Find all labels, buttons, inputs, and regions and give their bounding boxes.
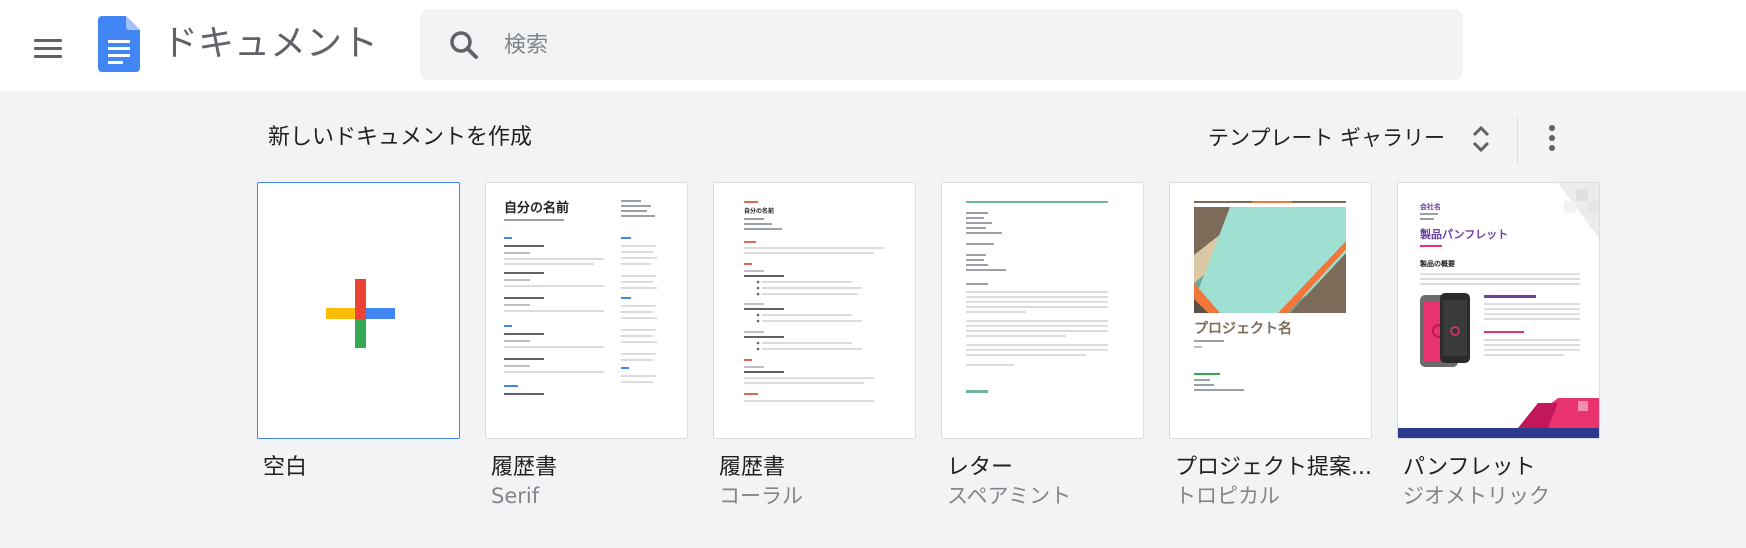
hamburger-line xyxy=(34,47,62,50)
app-title[interactable]: ドキュメント xyxy=(162,20,378,68)
template-name: プロジェクト提案... xyxy=(1175,455,1372,480)
more-vert-icon xyxy=(1549,125,1555,131)
resume-serif-name: 自分の名前 xyxy=(504,200,569,216)
brochure-overview: 製品の概要 xyxy=(1419,259,1455,268)
template-subtitle: スペアミント xyxy=(947,484,1072,508)
search-icon[interactable] xyxy=(448,29,480,61)
brochure-title: 製品パンフレット xyxy=(1419,227,1508,241)
project-proposal-preview: プロジェクト名 xyxy=(1194,201,1346,391)
template-subtitle: Serif xyxy=(491,484,540,508)
main-menu-button[interactable] xyxy=(22,23,72,73)
template-subtitle: コーラル xyxy=(719,484,803,508)
template-subtitle: トロピカル xyxy=(1175,484,1280,508)
app-header: ドキュメント xyxy=(0,0,1746,91)
search-input[interactable] xyxy=(504,23,1404,67)
more-vert-icon xyxy=(1549,145,1555,151)
project-title: プロジェクト名 xyxy=(1194,320,1292,337)
unfold-more-icon xyxy=(1472,125,1490,153)
more-options-button[interactable] xyxy=(1534,116,1570,160)
template-name: 履歴書 xyxy=(719,455,786,480)
template-gallery-label: テンプレート ギャラリー xyxy=(1208,126,1446,150)
hamburger-line xyxy=(34,55,62,58)
template-gallery-button[interactable]: テンプレート ギャラリー xyxy=(1200,116,1500,160)
template-name: レター xyxy=(947,455,1014,480)
hamburger-line xyxy=(34,39,62,42)
template-thumbnail-resume-coral[interactable]: 自分の名前 xyxy=(713,182,916,439)
section-title: 新しいドキュメントを作成 xyxy=(268,125,533,150)
template-subtitle: ジオメトリック xyxy=(1403,484,1550,508)
template-name: 履歴書 xyxy=(491,455,558,480)
template-thumbnail-resume-serif[interactable]: 自分の名前 xyxy=(485,182,688,439)
template-thumbnail-blank[interactable] xyxy=(257,182,460,439)
resume-coral-preview: 自分の名前 xyxy=(744,201,884,402)
template-thumbnail-brochure[interactable]: 会社名 製品パンフレット 製品の概要 xyxy=(1397,182,1600,439)
brochure-geometric-preview: 会社名 製品パンフレット 製品の概要 xyxy=(1398,183,1599,438)
template-thumbnail-letter-spearmint[interactable] xyxy=(941,182,1144,439)
template-name: 空白 xyxy=(263,455,308,480)
letter-spearmint-preview xyxy=(966,201,1108,393)
template-name: パンフレット xyxy=(1403,455,1536,480)
more-vert-icon xyxy=(1549,135,1555,141)
template-thumbnail-project-proposal[interactable]: プロジェクト名 xyxy=(1169,182,1372,439)
brochure-company: 会社名 xyxy=(1420,202,1441,211)
header-divider xyxy=(1517,117,1518,164)
resume-serif-preview: 自分の名前 xyxy=(504,200,657,395)
google-plus-icon xyxy=(326,279,395,348)
search-bar[interactable] xyxy=(420,9,1463,80)
google-docs-logo-icon[interactable] xyxy=(98,16,140,72)
resume-coral-name: 自分の名前 xyxy=(744,207,774,215)
